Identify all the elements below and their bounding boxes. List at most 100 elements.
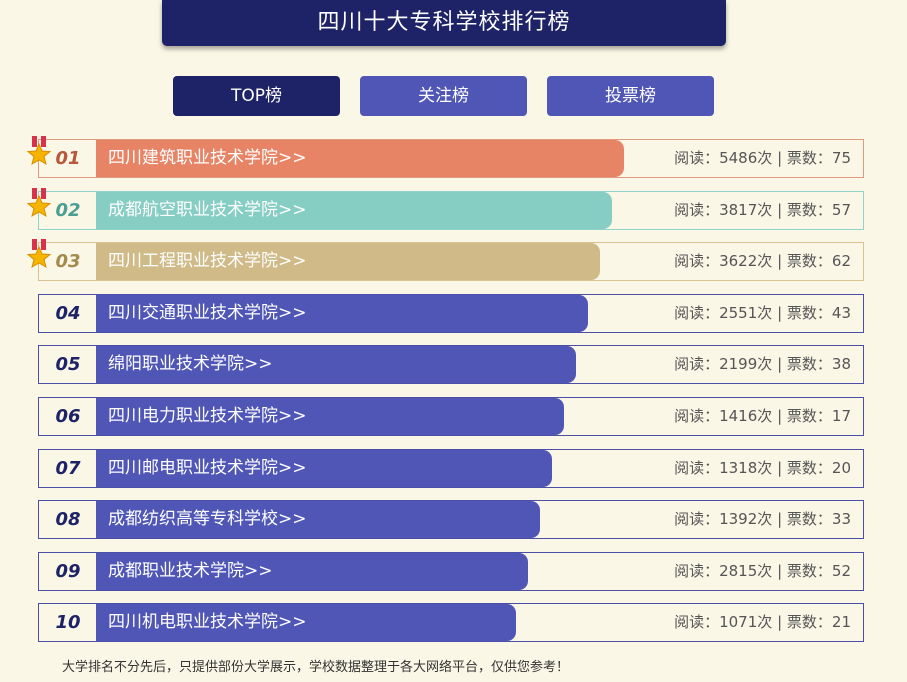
read-unit: 次 [757,613,773,631]
row-stats: 阅读：2815次 | 票数：52 [674,553,851,590]
read-unit: 次 [757,304,773,322]
votes-count: 57 [831,201,851,219]
school-name-link[interactable]: 四川交通职业技术学院>> [96,295,588,332]
read-count: 3817 [719,201,758,219]
footer-note: 大学排名不分先后，只提供部份大学展示，学校数据整理于各大网络平台，仅供您参考！ [62,660,570,675]
votes-label: 票数： [786,510,832,528]
read-label: 阅读： [674,201,720,219]
read-unit: 次 [757,355,773,373]
votes-label: 票数： [786,252,832,270]
votes-label: 票数： [786,613,832,631]
votes-count: 21 [831,613,851,631]
read-label: 阅读： [674,355,720,373]
rank-number: 10 [55,612,81,633]
rank-number: 09 [55,561,81,582]
stats-separator: | [772,510,787,528]
ranking-row[interactable]: 03 四川工程职业技术学院>> 阅读：3622次 | 票数：62 [26,239,864,281]
tab-top[interactable]: TOP榜 [173,76,340,116]
votes-label: 票数： [786,304,832,322]
stats-separator: | [772,355,787,373]
votes-count: 33 [831,510,851,528]
votes-label: 票数： [786,201,832,219]
row-stats: 阅读：2199次 | 票数：38 [674,346,851,383]
read-count: 2551 [719,304,758,322]
read-unit: 次 [757,201,773,219]
read-count: 5486 [719,149,758,167]
row-stats: 阅读：1318次 | 票数：20 [674,450,851,487]
school-name-link[interactable]: 四川机电职业技术学院>> [96,604,516,641]
read-label: 阅读： [674,252,720,270]
rank-number: 03 [55,251,81,272]
rank-number: 05 [55,354,81,375]
read-label: 阅读： [674,613,720,631]
stats-separator: | [772,201,787,219]
stats-separator: | [772,149,787,167]
school-name-link[interactable]: 四川工程职业技术学院>> [96,243,600,280]
votes-count: 43 [831,304,851,322]
ranking-row[interactable]: 05 绵阳职业技术学院>> 阅读：2199次 | 票数：38 [38,345,864,384]
read-count: 2815 [719,562,758,580]
read-count: 2199 [719,355,758,373]
rank-number: 07 [55,458,81,479]
read-label: 阅读： [674,304,720,322]
row-stats: 阅读：1392次 | 票数：33 [674,501,851,538]
votes-label: 票数： [786,562,832,580]
read-count: 1392 [719,510,758,528]
rank-number: 04 [55,303,81,324]
read-unit: 次 [757,459,773,477]
read-unit: 次 [757,562,773,580]
school-name-link[interactable]: 成都纺织高等专科学校>> [96,501,540,538]
stats-separator: | [772,562,787,580]
school-name-link[interactable]: 成都职业技术学院>> [96,553,528,590]
read-label: 阅读： [674,562,720,580]
row-stats: 阅读：1416次 | 票数：17 [674,398,851,435]
rank-number: 02 [55,200,81,221]
ranking-tabs: TOP榜 关注榜 投票榜 [173,76,714,116]
read-count: 1318 [719,459,758,477]
read-unit: 次 [757,510,773,528]
stats-separator: | [772,459,787,477]
read-label: 阅读： [674,407,720,425]
row-stats: 阅读：3817次 | 票数：57 [674,192,851,229]
row-stats: 阅读：2551次 | 票数：43 [674,295,851,332]
row-stats: 阅读：5486次 | 票数：75 [674,140,851,177]
votes-label: 票数： [786,407,832,425]
votes-label: 票数： [786,459,832,477]
page-title: 四川十大专科学校排行榜 [162,0,726,46]
school-name-link[interactable]: 绵阳职业技术学院>> [96,346,576,383]
votes-count: 75 [831,149,851,167]
ranking-row[interactable]: 04 四川交通职业技术学院>> 阅读：2551次 | 票数：43 [38,294,864,333]
votes-count: 52 [831,562,851,580]
ranking-row[interactable]: 06 四川电力职业技术学院>> 阅读：1416次 | 票数：17 [38,397,864,436]
read-unit: 次 [757,252,773,270]
ranking-row[interactable]: 08 成都纺织高等专科学校>> 阅读：1392次 | 票数：33 [38,500,864,539]
ranking-row[interactable]: 07 四川邮电职业技术学院>> 阅读：1318次 | 票数：20 [38,449,864,488]
ranking-row[interactable]: 10 四川机电职业技术学院>> 阅读：1071次 | 票数：21 [38,603,864,642]
stats-separator: | [772,304,787,322]
votes-label: 票数： [786,355,832,373]
read-unit: 次 [757,149,773,167]
read-count: 3622 [719,252,758,270]
ranking-row[interactable]: 01 四川建筑职业技术学院>> 阅读：5486次 | 票数：75 [26,136,864,178]
read-count: 1416 [719,407,758,425]
tab-vote[interactable]: 投票榜 [547,76,714,116]
stats-separator: | [772,407,787,425]
rank-number: 06 [55,406,81,427]
read-unit: 次 [757,407,773,425]
school-name-link[interactable]: 成都航空职业技术学院>> [96,192,612,229]
school-name-link[interactable]: 四川邮电职业技术学院>> [96,450,552,487]
votes-count: 20 [831,459,851,477]
read-label: 阅读： [674,149,720,167]
stats-separator: | [772,252,787,270]
ranking-row[interactable]: 02 成都航空职业技术学院>> 阅读：3817次 | 票数：57 [26,188,864,230]
row-stats: 阅读：1071次 | 票数：21 [674,604,851,641]
ranking-row[interactable]: 09 成都职业技术学院>> 阅读：2815次 | 票数：52 [38,552,864,591]
read-label: 阅读： [674,459,720,477]
rank-number: 08 [55,509,81,530]
votes-count: 62 [831,252,851,270]
stats-separator: | [772,613,787,631]
school-name-link[interactable]: 四川建筑职业技术学院>> [96,140,624,177]
row-stats: 阅读：3622次 | 票数：62 [674,243,851,280]
school-name-link[interactable]: 四川电力职业技术学院>> [96,398,564,435]
tab-follow[interactable]: 关注榜 [360,76,527,116]
